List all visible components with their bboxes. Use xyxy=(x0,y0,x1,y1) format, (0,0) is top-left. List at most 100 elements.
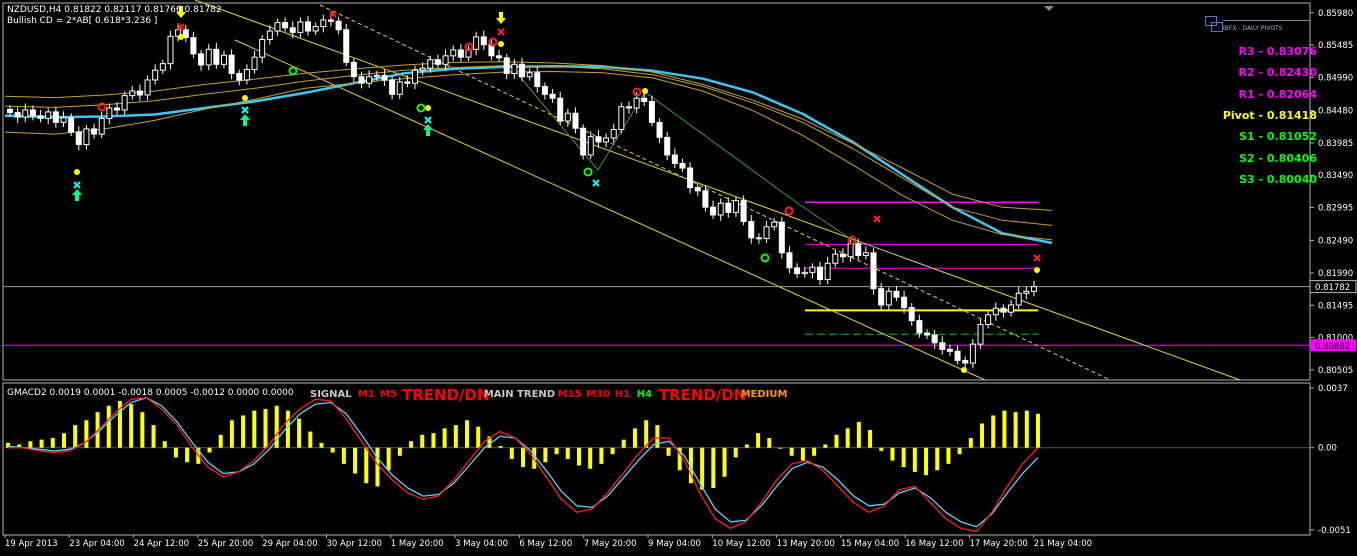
histogram-bar xyxy=(901,447,906,468)
candle-body xyxy=(228,54,235,74)
signal-ring-icon xyxy=(416,103,426,113)
histogram-bar xyxy=(700,447,705,490)
signal-label: M1 xyxy=(358,389,375,400)
candle-body xyxy=(251,56,258,71)
histogram-bar xyxy=(980,423,985,448)
candle-body xyxy=(603,137,610,143)
histogram-bar xyxy=(812,447,817,456)
candle-body xyxy=(862,252,869,256)
histogram-bar xyxy=(991,415,996,448)
candle-body xyxy=(916,320,923,334)
zigzag-line xyxy=(509,64,861,246)
candle-body xyxy=(992,307,999,316)
candle-body xyxy=(786,252,793,269)
histogram-bar xyxy=(957,447,962,455)
histogram-bar xyxy=(576,447,581,466)
time-tick-label: 3 May 04:00 xyxy=(455,539,508,549)
logo-underline xyxy=(1223,20,1310,21)
candle-body xyxy=(396,81,403,95)
candle-body xyxy=(732,200,739,213)
histogram-bar xyxy=(252,410,257,448)
candle-body xyxy=(220,54,227,65)
price-tick-label: 0.81495 xyxy=(1318,301,1353,311)
signal-label: H4 xyxy=(636,389,653,400)
buy-arrow-icon xyxy=(240,114,250,126)
histogram-bar xyxy=(666,447,671,456)
histogram-bar xyxy=(778,447,783,449)
chart-canvas: 0.85980 0.85485 0.84990 0.84480 0.83985 0.834… xyxy=(2,0,1357,549)
pivot-label: Pivot - 0.81418 xyxy=(1222,108,1317,122)
histogram-bar xyxy=(509,447,514,459)
signal-label: H1 xyxy=(614,389,631,400)
candle-body xyxy=(106,107,113,119)
candle-body xyxy=(557,97,564,122)
histogram-bar xyxy=(241,415,246,448)
candle-body xyxy=(190,37,197,55)
pivot-label: R2 - 0.82430 xyxy=(1238,66,1317,80)
histogram-bar xyxy=(834,434,839,448)
candle-body xyxy=(45,111,52,119)
time-tick-label: 7 May 20:00 xyxy=(584,539,637,549)
candle-body xyxy=(282,22,289,29)
candle-body xyxy=(817,266,824,281)
pivot-label: S3 - 0.80040 xyxy=(1239,172,1317,186)
candle-body xyxy=(243,69,250,81)
histogram-bar xyxy=(744,444,749,448)
histogram-bar xyxy=(599,447,604,464)
candle-body xyxy=(289,27,296,33)
candle-body xyxy=(14,112,21,118)
candle-body xyxy=(717,202,724,216)
signal-cross-icon xyxy=(241,106,249,114)
candle-body xyxy=(7,108,13,114)
histogram-bar xyxy=(364,447,369,484)
candle-body xyxy=(236,72,243,81)
signal-label: SIGNAL xyxy=(310,389,352,400)
histogram-bar xyxy=(823,444,828,448)
candle-body xyxy=(434,59,441,65)
candle-body xyxy=(908,307,915,322)
histogram-bar xyxy=(868,429,873,448)
histogram-bar xyxy=(129,404,134,448)
candles xyxy=(7,13,1037,369)
candle-body xyxy=(381,74,388,81)
histogram-bar xyxy=(1002,410,1007,448)
candle-body xyxy=(587,136,594,156)
signal-dot-icon xyxy=(425,105,431,111)
price-tick-label: 0.82490 xyxy=(1318,236,1353,246)
candle-body xyxy=(885,290,892,306)
candle-body xyxy=(327,19,334,22)
histogram-bar xyxy=(722,447,727,477)
histogram-bar xyxy=(297,418,302,448)
candle-body xyxy=(373,74,380,78)
histogram-bar xyxy=(554,447,559,455)
candle-body xyxy=(541,85,548,95)
candle-body xyxy=(564,112,571,122)
histogram-bar xyxy=(185,447,190,463)
price-tick-label: 0.84480 xyxy=(1318,107,1353,117)
histogram-bar xyxy=(330,447,335,453)
candle-body xyxy=(144,79,151,96)
candle-body xyxy=(526,72,533,78)
time-tick-label: 24 Apr 12:00 xyxy=(134,539,189,549)
candle-body xyxy=(664,136,671,156)
time-tick-label: 6 May 12:00 xyxy=(519,539,572,549)
signal-dot-icon xyxy=(1034,267,1040,273)
signal-dot-icon xyxy=(74,169,80,175)
candle-body xyxy=(710,206,717,216)
candle-body xyxy=(809,266,816,273)
candle-body xyxy=(83,128,90,146)
signal-label: TREND/DN xyxy=(658,386,747,404)
candle-body xyxy=(320,19,327,27)
histogram-bar xyxy=(28,441,33,448)
histogram-bar xyxy=(1013,412,1018,448)
histogram-bar xyxy=(229,420,234,448)
candle-body xyxy=(763,226,770,239)
candle-body xyxy=(419,67,426,71)
candle-body xyxy=(687,167,694,189)
candle-body xyxy=(641,97,648,102)
candle-body xyxy=(824,262,831,281)
candle-body xyxy=(549,93,556,99)
indicator-tick-label: 0.00 xyxy=(1318,444,1337,454)
candle-body xyxy=(129,90,136,97)
histogram-bar xyxy=(845,428,850,448)
